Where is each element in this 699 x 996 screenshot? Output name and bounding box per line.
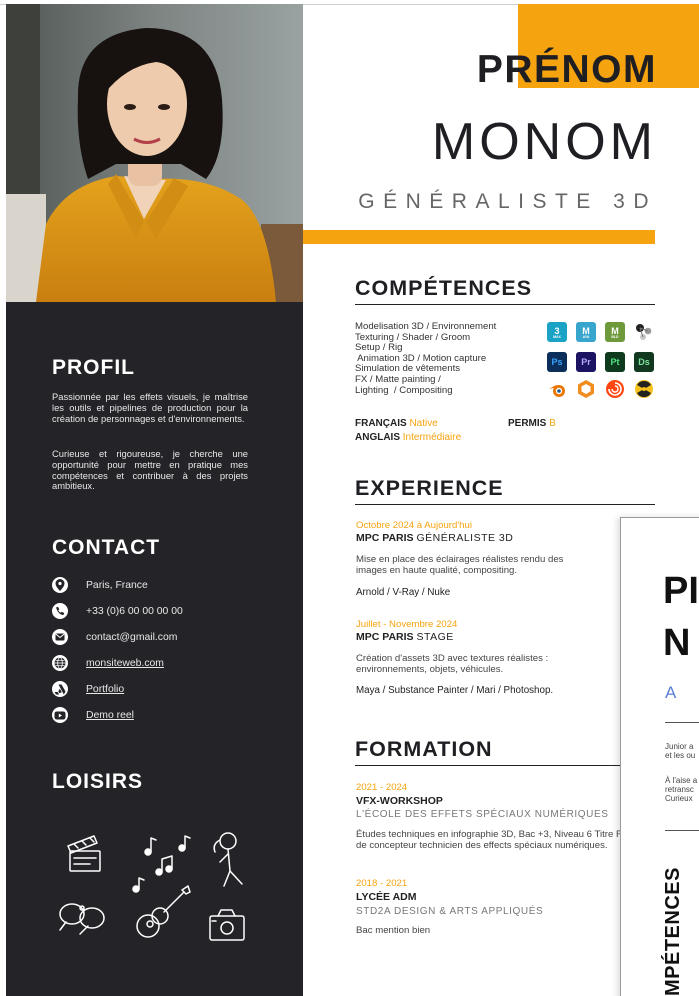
skill-line: FX / Matte painting / (355, 373, 441, 385)
preview-first-name: PI (663, 570, 699, 612)
header-accent-bar (303, 230, 655, 244)
contact-phone-text: +33 (0)6 00 00 00 00 (86, 605, 183, 617)
phone-icon (52, 603, 68, 619)
job-title: GÉNÉRALISTE 3D (358, 190, 657, 213)
contact-title: CONTACT (52, 536, 161, 559)
premiere-icon: Pr (576, 352, 596, 372)
education-subtitle: STD2A DESIGN & ARTS APPLIQUÉS (356, 906, 544, 917)
education-description: Bac mention bien (356, 925, 431, 936)
maya-icon: M AYA (576, 322, 596, 342)
preview-text: retransc (665, 785, 694, 794)
contact-demo-reel[interactable]: Demo reel (52, 706, 134, 724)
3dsmax-icon: 3 MAX (547, 322, 567, 342)
preview-divider (665, 722, 699, 723)
hobbies-icons (52, 826, 252, 946)
blender-icon (547, 379, 567, 399)
demo-reel-link[interactable]: Demo reel (86, 710, 134, 721)
left-column: PROFIL Passionnée par les effets visuels… (6, 4, 303, 996)
clapperboard-icon (67, 835, 101, 872)
first-name: PRÉNOM (476, 48, 657, 91)
education-date: 2018 - 2021 (356, 878, 408, 889)
contact-website[interactable]: monsiteweb.com (52, 654, 164, 672)
resume-page: PROFIL Passionnée par les effets visuels… (0, 0, 699, 996)
skill-line: Modelisation 3D / Environnement (355, 321, 497, 332)
experience-position: MPC PARIS STAGE (356, 631, 454, 643)
contact-email-text[interactable]: contact@gmail.com (86, 632, 177, 643)
experience-position: MPC PARIS GÉNÉRALISTE 3D (356, 532, 514, 544)
preview-text: et les ou (665, 751, 696, 760)
contact-email[interactable]: contact@gmail.com (52, 628, 177, 646)
experience-description: Mise en place des éclairages réalistes r… (356, 554, 564, 576)
contact-location-text: Paris, France (86, 579, 148, 591)
experience-description: Création d'assets 3D avec textures réali… (356, 653, 549, 675)
hobbies-title: LOISIRS (52, 770, 144, 793)
preview-text: Junior a (665, 742, 694, 751)
preview-job-initial: A (665, 683, 677, 702)
camera-icon (209, 909, 245, 941)
experience-date: Juillet - Novembre 2024 (356, 619, 458, 630)
contact-portfolio[interactable]: Portfolio (52, 680, 124, 698)
preview-text: Curieux (665, 794, 693, 803)
contact-phone[interactable]: +33 (0)6 00 00 00 00 (52, 602, 183, 620)
preview-divider (665, 830, 699, 831)
email-icon (52, 629, 68, 645)
education-title: FORMATION (355, 737, 655, 766)
permit-level: B (549, 418, 556, 429)
language-french: FRANÇAIS Native (355, 418, 438, 429)
education-description: Études techniques en infographie 3D, Bac… (356, 829, 644, 851)
houdini-molecule-icon (634, 322, 654, 342)
experience-date: Octobre 2024 à Aujourd'hui (356, 520, 472, 531)
globe-icon (52, 655, 68, 671)
language-level: Intermédiaire (402, 432, 462, 443)
artstation-icon (52, 681, 68, 697)
substance-designer-icon: Ds (634, 352, 654, 372)
skills-list: Modelisation 3D / Environnement Texturin… (355, 321, 535, 396)
experience-tools: Maya / Substance Painter / Mari / Photos… (356, 685, 554, 696)
houdini-icon (605, 379, 625, 399)
music-notes-icon (132, 835, 191, 893)
language-english: ANGLAIS Intermédiaire (355, 432, 462, 443)
contact-location: Paris, France (52, 576, 148, 594)
nuke-icon (634, 379, 654, 399)
guitar-icon (136, 885, 191, 938)
education-school: VFX-WORKSHOP (356, 795, 443, 807)
profile-title: PROFIL (52, 356, 135, 379)
marmoset-icon (576, 379, 596, 399)
language-level: Native (409, 418, 438, 429)
education-subtitle: L'ÉCOLE DES EFFETS SPÉCIAUX NUMÉRIQUES (356, 809, 609, 820)
youtube-icon (52, 707, 68, 723)
location-icon (52, 577, 68, 593)
profile-paragraph-2: Curieuse et rigoureuse, je cherche une o… (52, 448, 248, 492)
mudbox-icon: M BLD (605, 322, 625, 342)
skills-title: COMPÉTENCES (355, 276, 655, 305)
profile-paragraph-1: Passionnée par les effets visuels, je ma… (52, 391, 248, 424)
preview-text: À l'aise a (665, 776, 698, 785)
experience-tools: Arnold / V-Ray / Nuke (356, 587, 451, 598)
last-name: MONOM (431, 113, 657, 171)
experience-title: EXPERIENCE (355, 476, 655, 505)
portfolio-link[interactable]: Portfolio (86, 684, 124, 695)
second-resume-preview: PI N A Junior a et les ou À l'aise a ret… (620, 517, 699, 996)
contact-website-link[interactable]: monsiteweb.com (86, 658, 164, 669)
dancer-icon (213, 832, 243, 887)
education-school: LYCÉE ADM (356, 891, 417, 903)
driving-permit: PERMIS B (508, 418, 556, 429)
education-date: 2021 - 2024 (356, 782, 408, 793)
skill-line: Lighting / Compositing (355, 384, 453, 396)
preview-skills-title: MPÉTENCES (662, 867, 684, 996)
profile-photo (6, 4, 303, 302)
ping-pong-icon (59, 903, 105, 935)
preview-last-name: N (663, 622, 691, 664)
substance-painter-icon: Pt (605, 352, 625, 372)
photoshop-icon: Ps (547, 352, 567, 372)
